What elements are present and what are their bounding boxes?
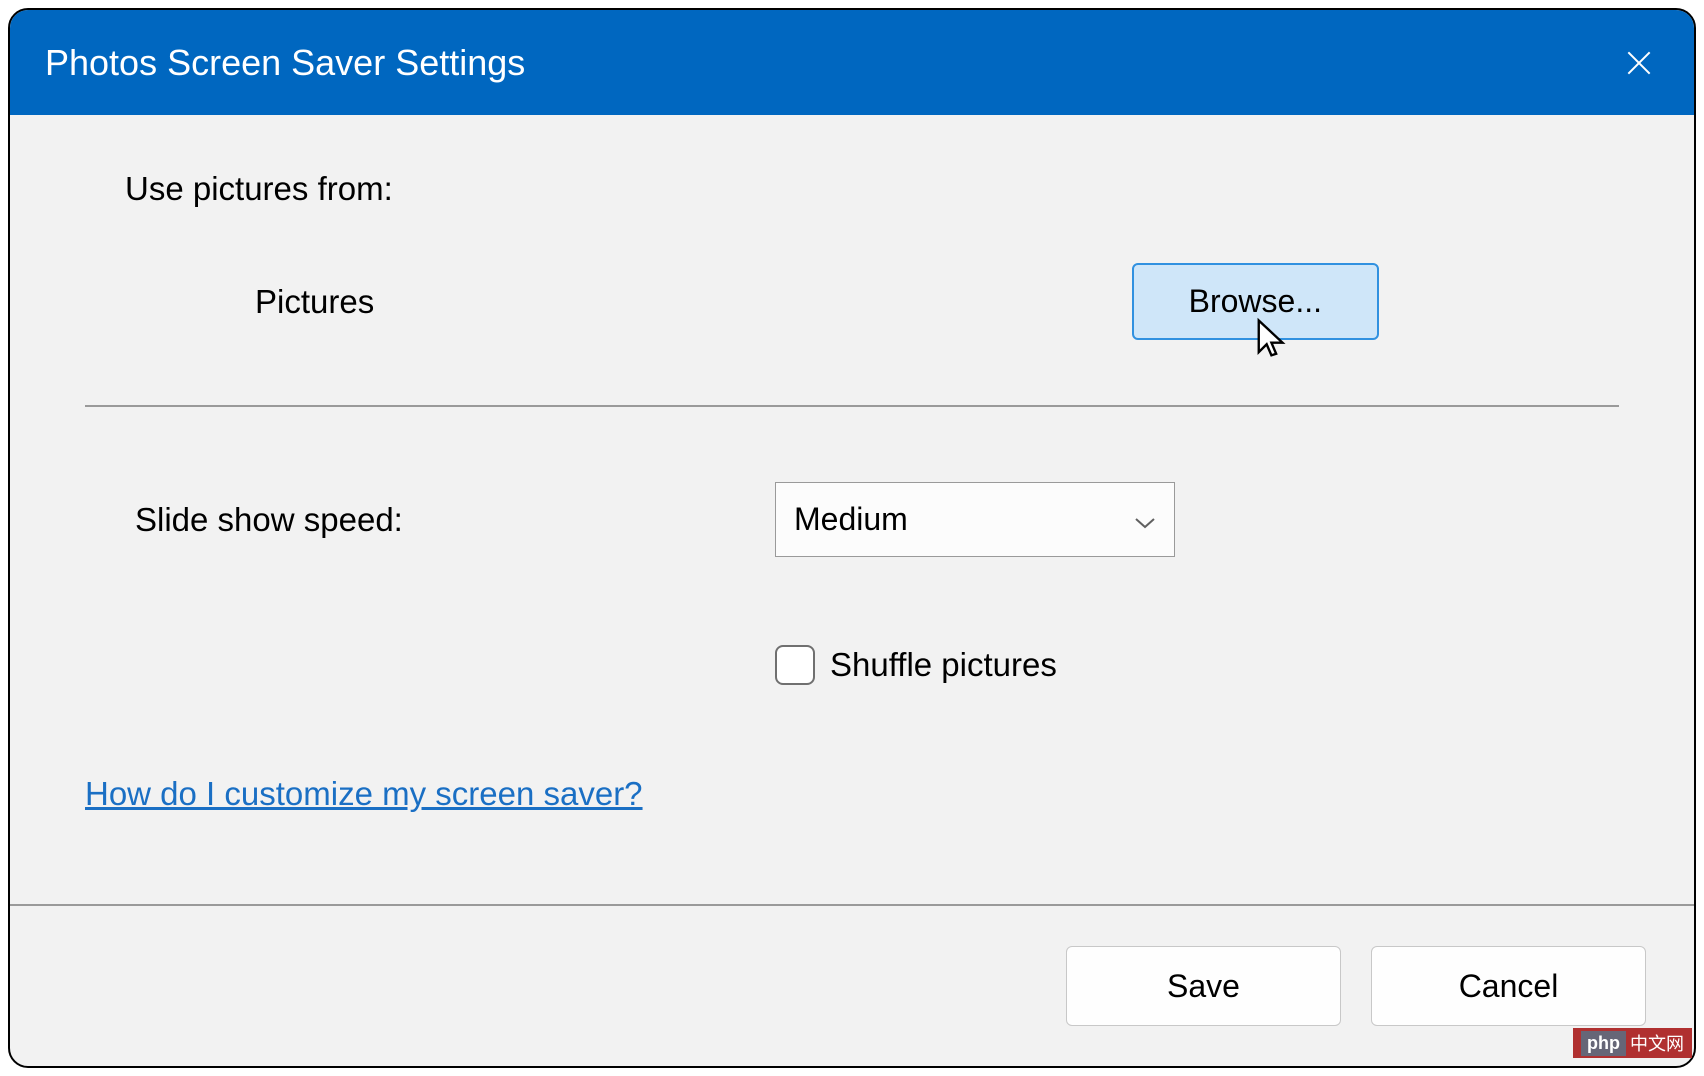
help-link[interactable]: How do I customize my screen saver?: [85, 775, 1619, 813]
cancel-button[interactable]: Cancel: [1371, 946, 1646, 1026]
watermark-suffix: 中文网: [1630, 1030, 1684, 1056]
pictures-folder-label: Pictures: [255, 283, 374, 321]
dialog-window: Photos Screen Saver Settings Use picture…: [8, 8, 1696, 1068]
titlebar: Photos Screen Saver Settings: [10, 10, 1694, 115]
watermark-prefix: php: [1581, 1031, 1626, 1056]
speed-select[interactable]: Medium: [775, 482, 1175, 557]
chevron-down-icon: [1134, 501, 1156, 538]
cursor-icon: [1254, 317, 1292, 370]
speed-value: Medium: [794, 501, 908, 538]
close-button[interactable]: [1619, 43, 1659, 83]
shuffle-label: Shuffle pictures: [830, 646, 1057, 684]
divider: [85, 405, 1619, 407]
shuffle-checkbox[interactable]: [775, 645, 815, 685]
use-pictures-label: Use pictures from:: [125, 170, 1619, 208]
shuffle-row: Shuffle pictures: [775, 645, 1619, 685]
browse-button[interactable]: Browse...: [1132, 263, 1379, 340]
footer: Save Cancel: [10, 904, 1694, 1066]
speed-label: Slide show speed:: [135, 501, 775, 539]
speed-row: Slide show speed: Medium: [135, 482, 1619, 557]
content-area: Use pictures from: Pictures Browse... Sl…: [10, 115, 1694, 904]
window-title: Photos Screen Saver Settings: [45, 42, 525, 84]
save-button[interactable]: Save: [1066, 946, 1341, 1026]
pictures-row: Pictures Browse...: [255, 263, 1379, 340]
browse-button-label: Browse...: [1189, 283, 1322, 319]
close-icon: [1623, 47, 1655, 79]
watermark: php 中文网: [1573, 1028, 1692, 1058]
